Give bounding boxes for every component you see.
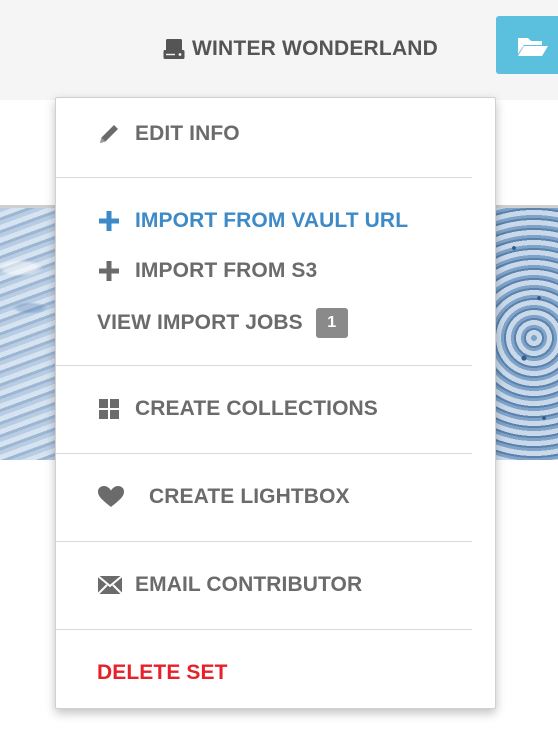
pencil-icon xyxy=(97,122,123,146)
top-bar: WINTER WONDERLAND xyxy=(0,0,558,100)
email-contributor-label: EMAIL CONTRIBUTOR xyxy=(135,573,363,596)
set-name-label: WINTER WONDERLAND xyxy=(192,37,439,60)
banner-image-right xyxy=(494,205,558,460)
email-contributor-item[interactable]: EMAIL CONTRIBUTOR xyxy=(97,570,362,600)
hard-drive-icon xyxy=(162,37,186,61)
import-s3-item[interactable]: IMPORT FROM S3 xyxy=(97,256,317,286)
delete-set-item[interactable]: DELETE SET xyxy=(97,658,228,688)
menu-divider xyxy=(56,541,472,542)
create-collections-label: CREATE COLLECTIONS xyxy=(135,397,378,420)
menu-divider xyxy=(56,177,472,178)
plus-icon xyxy=(97,259,123,283)
create-lightbox-item[interactable]: CREATE LIGHTBOX xyxy=(97,482,350,512)
import-s3-label: IMPORT FROM S3 xyxy=(135,259,318,282)
import-vault-url-label: IMPORT FROM VAULT URL xyxy=(135,209,409,232)
heart-icon xyxy=(97,485,124,509)
create-lightbox-label: CREATE LIGHTBOX xyxy=(149,485,350,508)
view-import-jobs-item[interactable]: VIEW IMPORT JOBS 1 xyxy=(97,308,348,338)
import-vault-url-item[interactable]: IMPORT FROM VAULT URL xyxy=(97,206,408,236)
edit-info-item[interactable]: EDIT INFO xyxy=(97,119,240,149)
create-collections-item[interactable]: CREATE COLLECTIONS xyxy=(97,394,378,424)
folder-button[interactable] xyxy=(496,16,558,74)
view-import-jobs-label: VIEW IMPORT JOBS xyxy=(97,311,303,334)
banner-image-left xyxy=(0,205,56,460)
envelope-icon xyxy=(97,573,123,597)
menu-divider xyxy=(56,453,472,454)
set-name-link[interactable]: WINTER WONDERLAND xyxy=(162,34,438,64)
menu-divider xyxy=(56,629,472,630)
delete-set-label: DELETE SET xyxy=(97,661,228,684)
import-jobs-count-badge: 1 xyxy=(315,308,348,338)
menu-divider xyxy=(56,365,472,366)
actions-dropdown-menu: EDIT INFO IMPORT FROM VAULT URL IMPORT F… xyxy=(55,97,496,709)
edit-info-label: EDIT INFO xyxy=(135,122,240,145)
plus-icon xyxy=(97,209,123,233)
grid-icon xyxy=(97,397,123,421)
